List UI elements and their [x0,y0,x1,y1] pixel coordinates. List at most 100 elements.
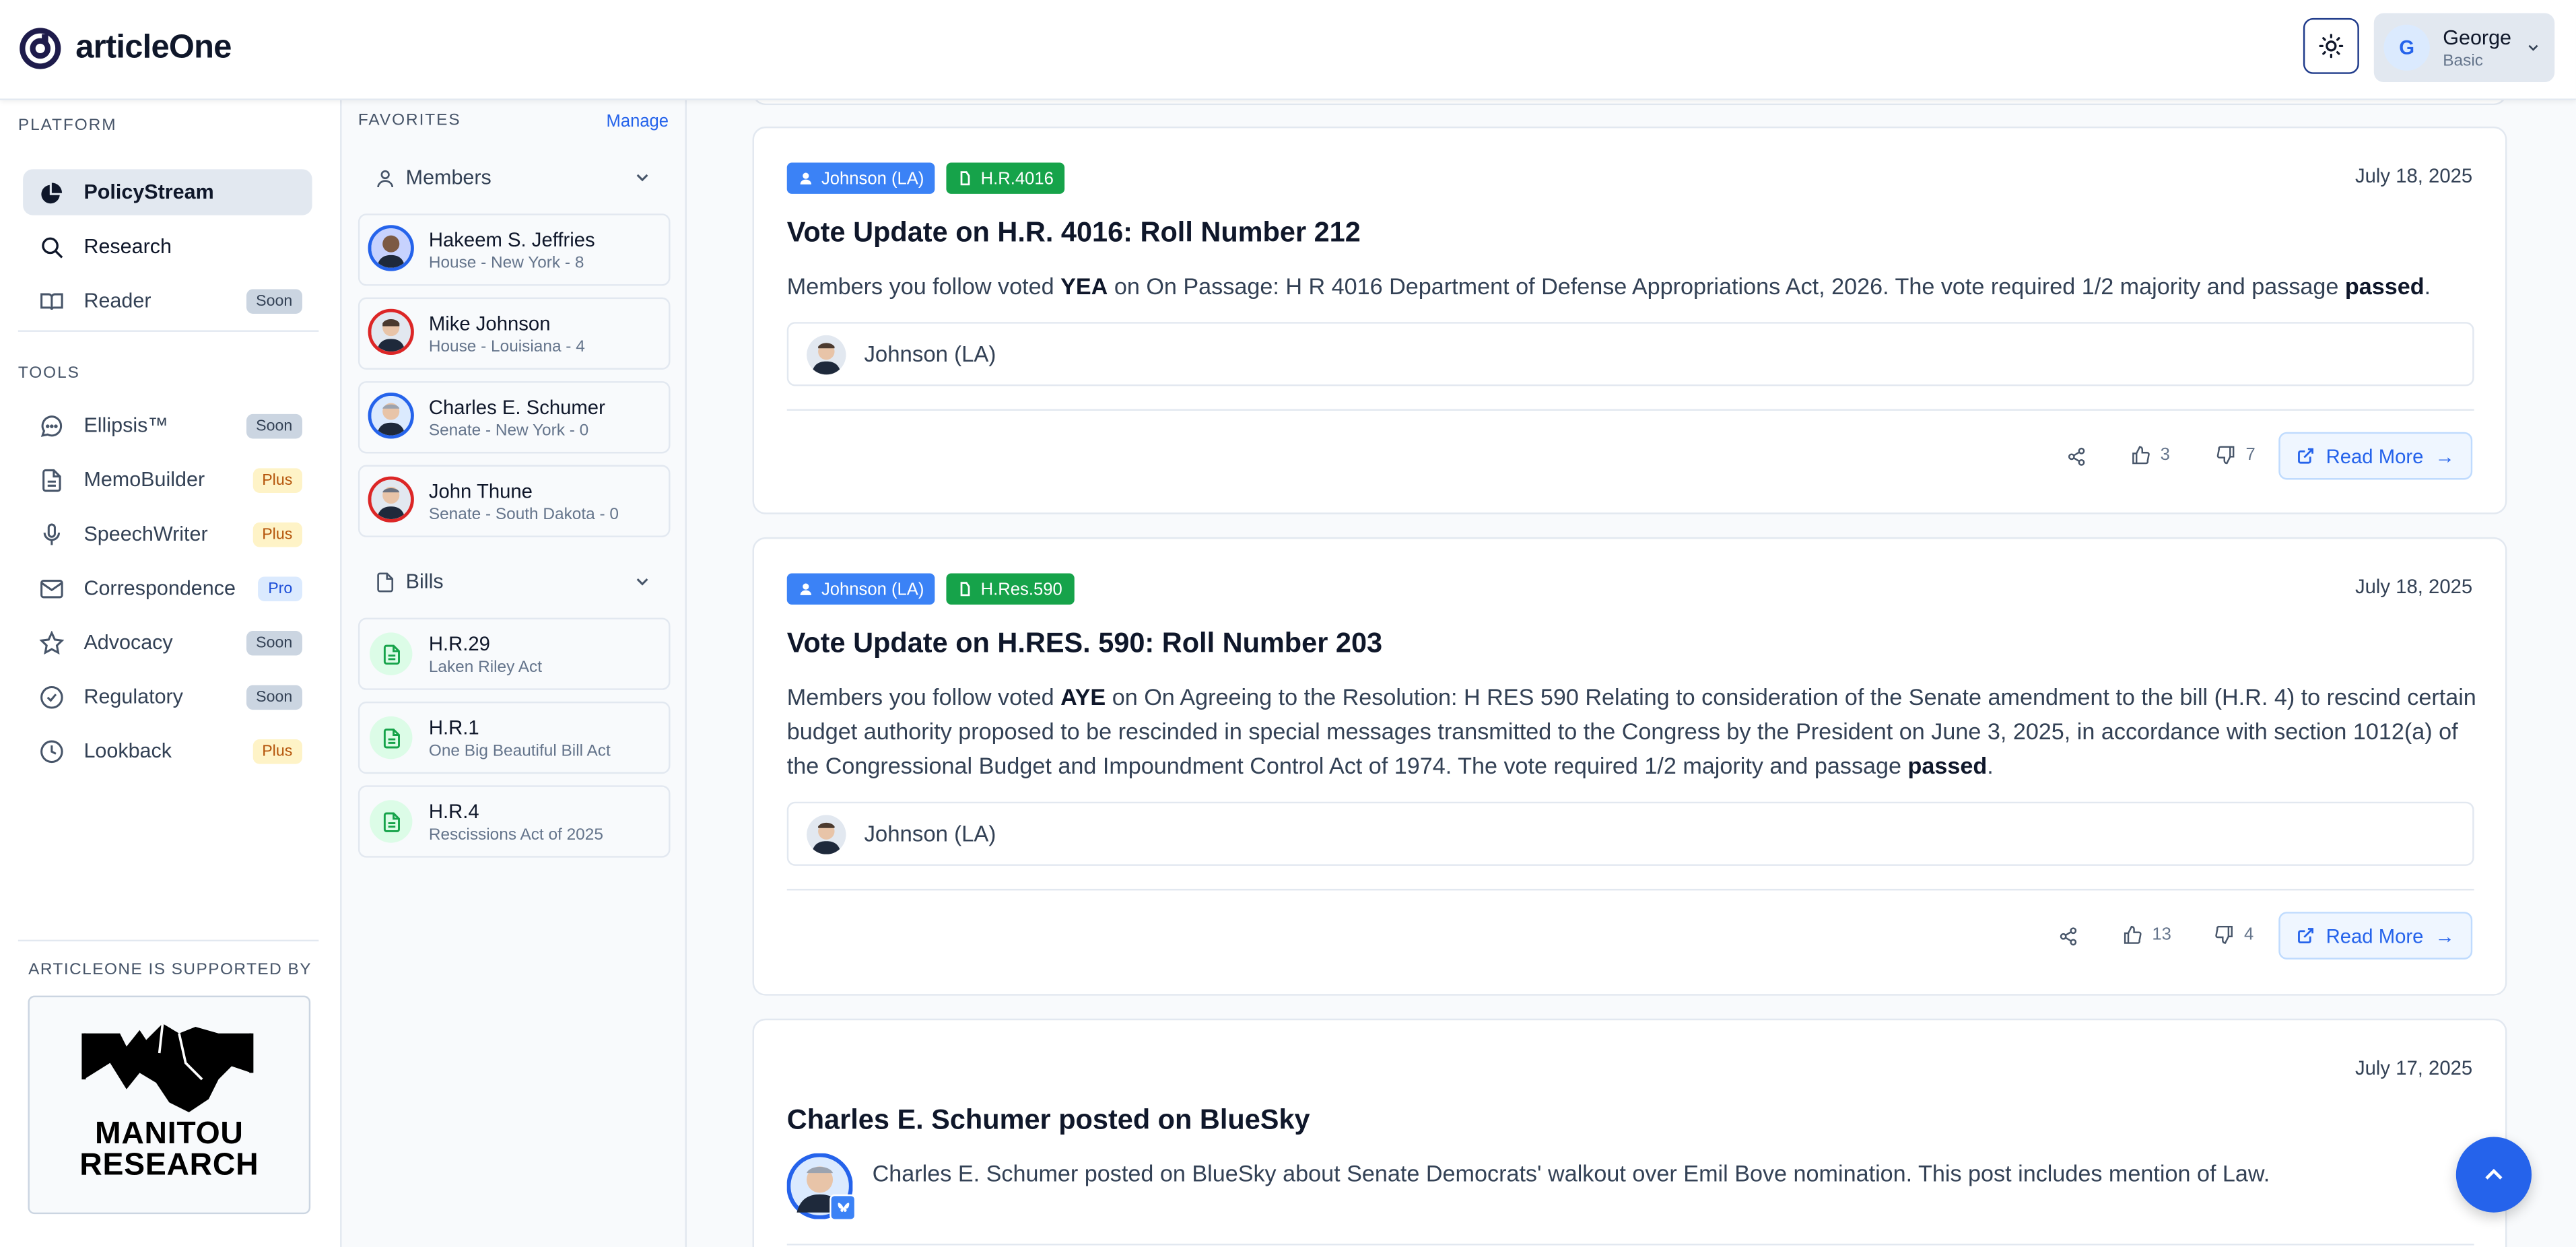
feed-body: Members you follow voted AYE on On Agree… [786,683,2476,779]
nav-item-advocacy[interactable]: Advocacy Soon [23,619,312,665]
member-avatar[interactable] [786,1153,856,1222]
nav-item-label: Correspondence [83,576,236,600]
member-portrait [807,815,846,854]
share-button[interactable] [2067,447,2087,467]
favorite-member-card[interactable]: Charles E. Schumer Senate - New York - 0 [358,381,671,454]
feed-body: Charles E. Schumer posted on BlueSky abo… [872,1159,2270,1186]
sponsor-name-line2: RESEARCH [79,1148,259,1183]
bill-title: Laken Riley Act [428,659,543,677]
vote-value: YEA [1060,273,1108,300]
person-icon [377,169,394,187]
favorite-bill-card[interactable]: H.R.1 One Big Beautiful Bill Act [358,701,671,774]
search-icon [38,233,64,259]
like-count: 13 [2152,924,2171,945]
favorites-panel: FAVORITES Manage Members Hakeem S. Jeffr… [341,98,687,1247]
feed-title[interactable]: Vote Update on H.R. 4016: Roll Number 21… [787,217,1361,250]
nav-item-memobuilder[interactable]: MemoBuilder Plus [23,457,312,502]
read-more-label: Read More [2326,444,2424,468]
bills-group-toggle[interactable]: Bills [358,562,669,601]
nav-item-policystream[interactable]: PolicyStream [23,169,312,215]
member-tag[interactable]: Johnson (LA) [786,162,936,194]
vote-result: passed [2344,273,2425,300]
thumbs-up-icon [2124,925,2142,944]
mail-icon [38,575,64,601]
sun-icon [2319,34,2344,59]
favorite-bill-card[interactable]: H.R.4 Rescissions Act of 2025 [358,785,671,858]
share-icon [2060,927,2077,946]
feed-date: July 18, 2025 [2355,575,2473,599]
bill-tag[interactable]: H.R.4016 [946,162,1065,194]
member-tag[interactable]: Johnson (LA) [786,573,936,605]
user-plan: Basic [2443,53,2483,71]
feed-title[interactable]: Charles E. Schumer posted on BlueSky [787,1104,1310,1137]
thumbs-down-icon [2216,446,2235,465]
bill-tag-label: H.Res.590 [980,579,1062,599]
user-menu-button[interactable]: G George Basic [2373,13,2555,82]
bill-tag[interactable]: H.Res.590 [946,573,1074,605]
feed-date: July 18, 2025 [2355,164,2473,188]
voting-member-name: Johnson (LA) [864,341,996,367]
members-group-toggle[interactable]: Members [358,158,669,197]
arrow-right-icon: → [2435,924,2455,947]
dislike-button[interactable]: 7 [2216,445,2256,465]
dislike-count: 4 [2244,924,2254,945]
top-header: articleOne G George Basic [0,0,2576,100]
voting-member-name: Johnson (LA) [864,821,996,846]
dislike-button[interactable]: 4 [2214,925,2253,945]
check-circle-icon [38,683,64,710]
chevron-down-icon [636,174,648,182]
nav-item-label: Research [83,234,172,259]
app-logo[interactable]: articleOne [18,26,232,71]
nav-item-speechwriter[interactable]: SpeechWriter Plus [23,511,312,557]
feed-body: Members you follow voted YEA on On Passa… [786,273,2431,300]
bill-title: One Big Beautiful Bill Act [428,742,611,761]
external-link-icon [2297,448,2313,464]
nav-item-research[interactable]: Research [23,224,312,269]
favorite-member-card[interactable]: Hakeem S. Jeffries House - New York - 8 [358,213,671,286]
feed-card: Johnson (LA) H.R.4016 July 18, 2025 Vote… [752,126,2507,514]
nav-item-ellipsis[interactable]: Ellipsis™ Soon [23,403,312,448]
nav-item-lookback[interactable]: Lookback Plus [23,728,312,774]
bill-id: H.R.1 [428,716,479,739]
favorite-member-card[interactable]: John Thune Senate - South Dakota - 0 [358,465,671,537]
nav-item-reader[interactable]: Reader Soon [23,277,312,323]
sponsor-logo[interactable]: MANITOU RESEARCH [28,995,311,1215]
clock-icon [38,738,64,764]
like-button[interactable]: 13 [2122,925,2171,945]
member-detail: Senate - New York - 0 [428,422,589,440]
favorite-bill-card[interactable]: H.R.29 Laken Riley Act [358,617,671,690]
soon-badge: Soon [246,684,302,709]
document-icon [38,467,64,493]
member-name: Mike Johnson [428,312,551,335]
favorites-title: FAVORITES [358,111,461,130]
scroll-to-top-button[interactable] [2455,1137,2532,1213]
nav-item-regulatory[interactable]: Regulatory Soon [23,673,312,719]
arrow-right-icon: → [2435,444,2455,468]
document-icon [960,171,970,186]
member-name: Charles E. Schumer [428,396,605,419]
microphone-icon [38,520,64,547]
feed-title[interactable]: Vote Update on H.RES. 590: Roll Number 2… [787,628,1382,661]
manage-favorites-link[interactable]: Manage [606,112,669,131]
share-button[interactable] [2058,926,2078,946]
nav-item-correspondence[interactable]: Correspondence Pro [23,565,312,611]
bill-id: H.R.29 [428,632,490,656]
read-more-button[interactable]: Read More → [2278,912,2473,959]
pro-badge: Pro [258,576,302,601]
read-more-label: Read More [2326,924,2424,947]
platform-section-label: PLATFORM [18,116,117,135]
theme-toggle-button[interactable] [2303,18,2359,74]
soon-badge: Soon [246,630,302,655]
pie-chart-icon [38,179,64,205]
plus-badge: Plus [252,467,302,492]
voting-member-row[interactable]: Johnson (LA) [786,322,2474,386]
like-button[interactable]: 3 [2131,445,2170,465]
favorite-member-card[interactable]: Mike Johnson House - Louisiana - 4 [358,297,671,370]
bill-document-icon [370,800,413,843]
voting-member-row[interactable]: Johnson (LA) [786,801,2474,866]
read-more-button[interactable]: Read More → [2278,432,2473,480]
like-count: 3 [2160,445,2170,465]
thumbs-up-icon [2132,446,2150,465]
app-name: articleOne [75,29,232,66]
policy-feed: Johnson (LA) H.R.4016 July 18, 2025 Vote… [718,98,2576,1247]
